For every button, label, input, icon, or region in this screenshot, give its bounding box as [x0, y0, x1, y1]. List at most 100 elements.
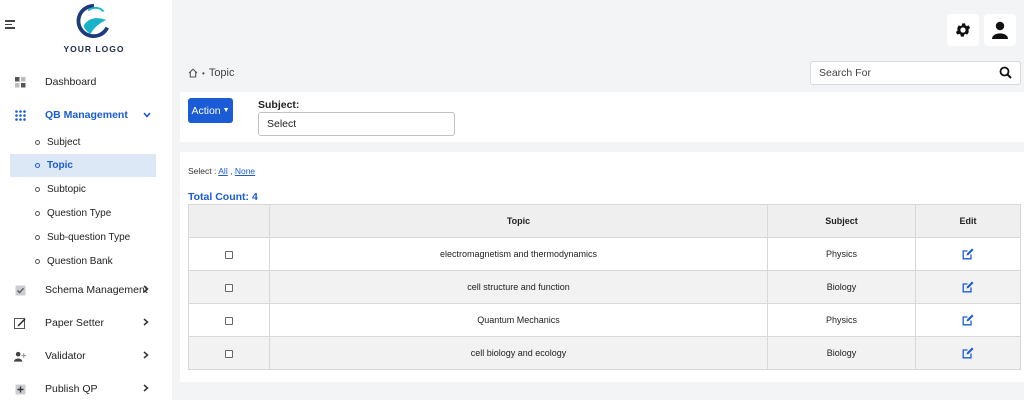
row-checkbox[interactable]	[225, 250, 233, 259]
sidebar-item-publish-qp[interactable]: Publish QP	[0, 378, 172, 400]
row-checkbox[interactable]	[225, 283, 233, 292]
action-dropdown-button[interactable]: Action ▼	[188, 98, 233, 123]
row-checkbox[interactable]	[225, 349, 233, 358]
gear-icon	[955, 23, 971, 37]
bullet-icon	[35, 211, 40, 216]
search-box	[810, 61, 1021, 85]
sidebar-subitem-sub-question-type[interactable]: Sub-question Type	[10, 226, 156, 249]
row-select-cell	[188, 336, 270, 370]
subject-cell: Physics	[767, 303, 916, 337]
breadcrumb-separator-icon: •	[202, 68, 205, 78]
bullet-icon	[35, 163, 40, 168]
select-prefix: Select :	[188, 166, 217, 176]
topic-cell: cell biology and ecology	[269, 336, 768, 370]
edit-icon[interactable]	[962, 314, 974, 326]
sidebar-item-label: Validator	[45, 350, 86, 362]
sidebar-item-label: Paper Setter	[45, 317, 104, 329]
edit-icon[interactable]	[962, 248, 974, 260]
dashboard-icon	[14, 76, 26, 88]
topic-cell: Quantum Mechanics	[269, 303, 768, 337]
filter-panel: Action ▼ Subject: Select	[180, 92, 1024, 142]
home-icon[interactable]	[188, 68, 198, 78]
search-input[interactable]	[811, 62, 991, 84]
column-header-select	[188, 204, 270, 238]
sidebar-item-schema-management[interactable]: Schema Management	[0, 279, 172, 301]
edit-cell	[915, 270, 1021, 304]
sidebar-item-validator[interactable]: Validator	[0, 345, 172, 367]
breadcrumb-current: Topic	[208, 67, 235, 79]
subject-cell: Biology	[767, 336, 916, 370]
chevron-right-icon	[143, 350, 149, 362]
sidebar-subitem-label: Question Bank	[47, 256, 113, 267]
user-icon	[992, 21, 1008, 39]
sidebar-item-label: Dashboard	[45, 76, 97, 88]
publish-icon	[14, 383, 26, 395]
subject-select[interactable]: Select	[258, 112, 455, 136]
topic-list-panel: Select : All , None Total Count: 4 Topic…	[180, 152, 1024, 382]
select-separator: ,	[230, 166, 233, 176]
bullet-icon	[35, 140, 40, 145]
menu-toggle-icon[interactable]	[5, 20, 17, 31]
logo[interactable]: YOUR LOGO	[62, 3, 126, 54]
breadcrumb: • Topic	[188, 67, 235, 79]
subject-cell: Physics	[767, 237, 916, 271]
bullet-icon	[35, 187, 40, 192]
table-row: cell structure and function Biology	[188, 270, 1021, 304]
sidebar-subitem-topic[interactable]: Topic	[10, 154, 156, 177]
edit-icon[interactable]	[962, 281, 974, 293]
edit-cell	[915, 303, 1021, 337]
column-header-topic[interactable]: Topic	[269, 204, 768, 238]
edit-cell	[915, 237, 1021, 271]
chevron-right-icon	[143, 317, 149, 329]
logo-text: YOUR LOGO	[63, 44, 125, 54]
sidebar-subitem-label: Topic	[47, 160, 73, 171]
sidebar-subitem-label: Sub-question Type	[47, 232, 131, 243]
edit-icon[interactable]	[962, 347, 974, 359]
sidebar-item-dashboard[interactable]: Dashboard	[0, 71, 172, 93]
subject-cell: Biology	[767, 270, 916, 304]
chevron-right-icon	[143, 383, 149, 395]
edit-cell	[915, 336, 1021, 370]
row-checkbox[interactable]	[225, 316, 233, 325]
sidebar-item-label: Publish QP	[45, 383, 98, 395]
sidebar-subitem-question-type[interactable]: Question Type	[10, 202, 156, 225]
sidebar-item-paper-setter[interactable]: Paper Setter	[0, 312, 172, 334]
topics-table: Topic Subject Edit electromagnetism and …	[188, 204, 1021, 370]
sidebar-subitem-subject[interactable]: Subject	[10, 131, 156, 154]
sidebar-subitem-label: Subject	[47, 137, 81, 148]
user-profile-button[interactable]	[984, 14, 1016, 46]
sidebar-subitem-label: Subtopic	[47, 184, 86, 195]
table-header-row: Topic Subject Edit	[188, 204, 1021, 238]
sidebar-item-label: QB Management	[45, 109, 128, 121]
row-select-cell	[188, 303, 270, 337]
caret-down-icon: ▼	[222, 107, 230, 114]
table-row: cell biology and ecology Biology	[188, 336, 1021, 370]
select-all-link[interactable]: All	[218, 166, 227, 176]
sidebar-subitem-subtopic[interactable]: Subtopic	[10, 178, 156, 201]
settings-button[interactable]	[947, 14, 979, 46]
grid-icon	[14, 109, 26, 121]
table-row: electromagnetism and thermodynamics Phys…	[188, 237, 1021, 271]
user-add-icon	[14, 350, 26, 362]
topic-cell: electromagnetism and thermodynamics	[269, 237, 768, 271]
select-none-link[interactable]: None	[235, 166, 255, 176]
row-select-cell	[188, 237, 270, 271]
table-row: Quantum Mechanics Physics	[188, 303, 1021, 337]
action-label: Action	[191, 104, 221, 117]
total-count: Total Count: 4	[188, 191, 258, 203]
sidebar-item-qb-management[interactable]: QB Management	[0, 104, 172, 126]
subject-label: Subject:	[258, 99, 300, 111]
column-header-edit: Edit	[915, 204, 1021, 238]
bullet-icon	[35, 235, 40, 240]
topic-cell: cell structure and function	[269, 270, 768, 304]
column-header-subject[interactable]: Subject	[767, 204, 916, 238]
logo-mark-icon	[76, 3, 109, 38]
sidebar-subitem-label: Question Type	[47, 208, 112, 219]
search-icon[interactable]	[999, 66, 1012, 79]
chevron-down-icon	[143, 110, 151, 121]
sidebar: YOUR LOGO Dashboard QB Management Subjec…	[0, 0, 172, 400]
sidebar-subitem-question-bank[interactable]: Question Bank	[10, 250, 156, 273]
chevron-right-icon	[143, 284, 149, 296]
pencil-icon	[14, 317, 26, 329]
checkbox-icon	[14, 284, 26, 296]
